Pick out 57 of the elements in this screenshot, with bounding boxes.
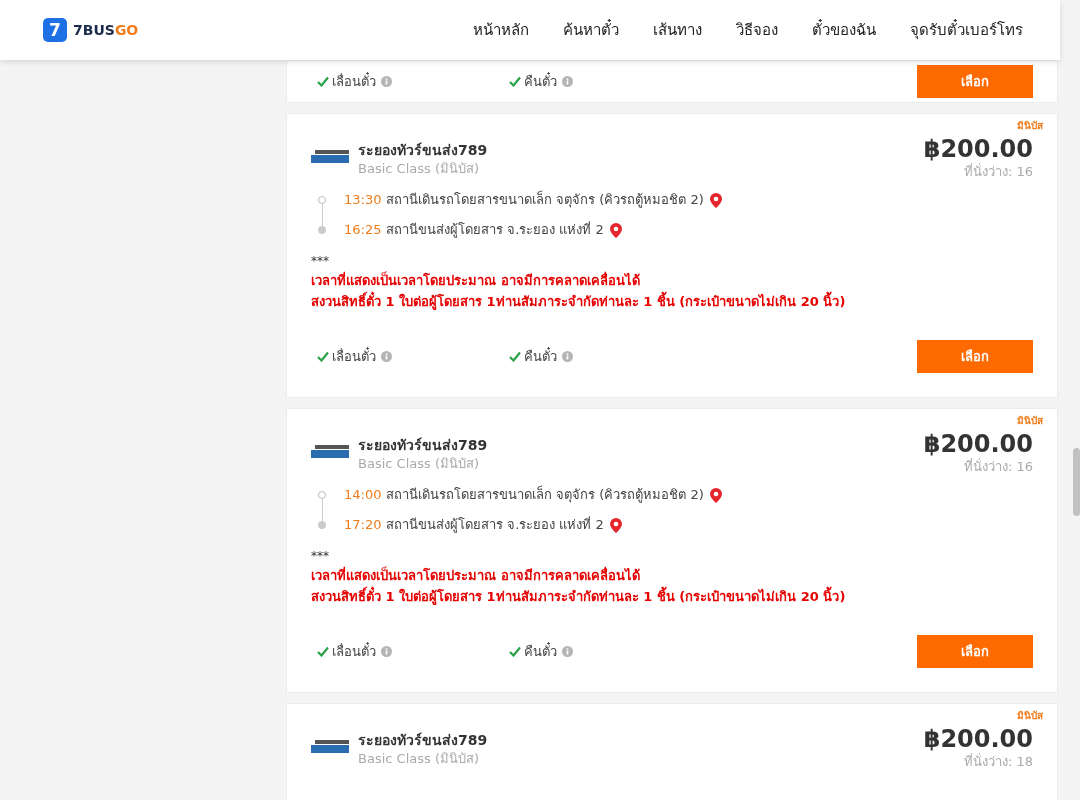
location-pin-icon[interactable] [708,486,723,504]
bus-class: Basic Class (มินิบัส) [358,160,481,178]
station-name: สถานีขนส่งผู้โดยสาร จ.ระยอง แห่งที่ 2 [386,515,604,535]
info-icon[interactable] [562,76,573,87]
operator-logo-drawing [311,443,349,461]
seats-available: ที่นั่งว่าง: 16 [963,459,1033,475]
nav-link[interactable]: วิธีจอง [736,18,778,42]
bus-class: Basic Class (มินิบัส) [358,750,481,768]
info-icon[interactable] [562,351,573,362]
notice-text: เวลาที่แสดงเป็นเวลาโดยประมาณ อาจมีการคลาดเคลื่อนได้ [311,270,641,290]
feature-label: เลื่อนตั๋ว [332,71,376,91]
notice-text: เวลาที่แสดงเป็นเวลาโดยประมาณ อาจมีการคลาดเคลื่อนได้ [311,565,641,585]
location-pin-icon[interactable] [608,516,623,534]
feature-label: คืนตั๋ว [524,71,557,91]
seats-available: ที่นั่งว่าง: 16 [963,164,1033,180]
notice-text: สงวนสิทธิ์ตั๋ว 1 ใบต่อผู้โดยสาร 1ท่านสัมภาระจำกัดท่านละ 1 ชิ้น (กระเป๋าขนาดไม่เกิน 20 นิ้ว) [311,586,1033,607]
location-pin-icon[interactable] [708,191,723,209]
info-icon[interactable] [381,351,392,362]
departure-time: 17:20 [344,516,383,535]
location-pin-icon[interactable] [608,221,623,239]
note-marker: *** [311,548,330,565]
nav-link[interactable]: จุดรับตั๋วเบอร์โทร [910,18,1023,42]
operator-logo-drawing [311,148,349,166]
note-marker: *** [311,253,330,270]
feature-label: เลื่อนตั๋ว [332,346,376,366]
operator-name: ระยองทัวร์ขนส่ง789 [358,731,488,750]
notice-text: สงวนสิทธิ์ตั๋ว 1 ใบต่อผู้โดยสาร 1ท่านสัมภาระจำกัดท่านละ 1 ชิ้น (กระเป๋าขนาดไม่เกิน 20 นิ้ว) [311,291,1033,312]
departure-time: 14:00 [344,486,383,505]
nav-link[interactable]: หน้าหลัก [473,18,529,42]
price: ฿200.00 [923,429,1033,458]
bus-type-label: มินิบัส [1017,709,1043,723]
logo-icon[interactable]: 7 [43,18,67,42]
nav-link[interactable]: ค้นหาตั๋ว [563,18,619,42]
scrollbar-drawing[interactable] [1073,448,1080,516]
price: ฿200.00 [923,134,1033,163]
station-name: สถานีเดินรถโดยสารขนาดเล็ก จตุจักร (คิวรถตู้หมอชิต 2) [386,190,704,210]
brand-wordmark[interactable]: 7BUSGO [73,19,139,41]
feature-label: คืนตั๋ว [524,641,557,661]
bus-class: Basic Class (มินิบัส) [358,455,481,473]
operator-logo-drawing [311,738,349,756]
departure-time: 13:30 [344,191,383,210]
info-icon[interactable] [562,646,573,657]
info-icon[interactable] [381,646,392,657]
bus-type-label: มินิบัส [1017,414,1043,428]
departure-time: 16:25 [344,221,383,240]
nav-link[interactable]: เส้นทาง [653,18,702,42]
nav-link[interactable]: ตั๋วของฉัน [812,18,876,42]
feature-label: คืนตั๋ว [524,346,557,366]
info-icon[interactable] [381,76,392,87]
seats-available: ที่นั่งว่าง: 18 [963,754,1033,770]
operator-name: ระยองทัวร์ขนส่ง789 [358,436,488,455]
feature-label: เลื่อนตั๋ว [332,641,376,661]
bus-type-label: มินิบัส [1017,119,1043,133]
operator-name: ระยองทัวร์ขนส่ง789 [358,141,488,160]
price: ฿200.00 [923,724,1033,753]
station-name: สถานีขนส่งผู้โดยสาร จ.ระยอง แห่งที่ 2 [386,220,604,240]
station-name: สถานีเดินรถโดยสารขนาดเล็ก จตุจักร (คิวรถตู้หมอชิต 2) [386,485,704,505]
